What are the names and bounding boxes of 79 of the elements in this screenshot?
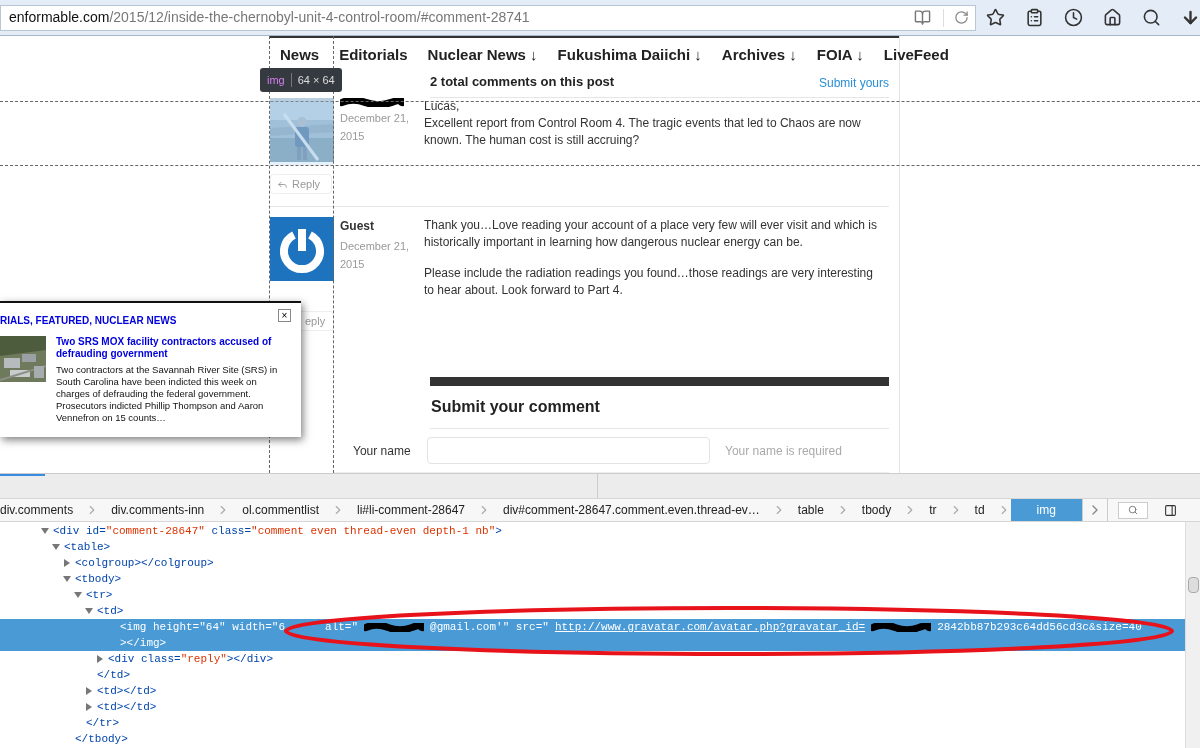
code-line: </tr>: [86, 715, 119, 731]
code-text: 2842bb87b293c64dd56cd3c&size=40: [937, 619, 1142, 635]
code-line[interactable]: <div class="reply"></div>: [108, 650, 274, 668]
search-icon[interactable]: [1142, 8, 1161, 27]
breadcrumb-item[interactable]: div#comment-28647.comment.even.thread-ev…: [491, 499, 772, 521]
url-field[interactable]: enformable.com/2015/12/inside-the-chernobyl-unit-4-control-room/#comment-28741: [0, 4, 976, 31]
nav-link[interactable]: FOIA ↓: [816, 43, 864, 67]
sidebar-toggle-icon[interactable]: [1163, 503, 1177, 517]
comments-heading: 2 total comments on this post: [430, 73, 615, 92]
reader-view-icon[interactable]: [914, 9, 931, 26]
nav-link[interactable]: Editorials: [339, 43, 408, 67]
close-button[interactable]: ×: [278, 309, 291, 322]
history-clock-icon[interactable]: [1064, 8, 1083, 27]
expanded-triangle-icon[interactable]: [84, 606, 94, 616]
expanded-triangle-icon[interactable]: [73, 590, 83, 600]
comment-date: December 21, 2015: [340, 239, 411, 273]
article-title-link[interactable]: Two SRS MOX facility contractors accused of defrauding government: [56, 336, 288, 360]
download-icon[interactable]: [1181, 8, 1200, 27]
breadcrumb-item[interactable]: tr: [917, 499, 949, 521]
bookmark-star-icon[interactable]: [986, 8, 1005, 27]
code-line[interactable]: <tr>: [86, 586, 113, 604]
url-text: enformable.com/2015/12/inside-the-chernobyl-unit-4-control-room/#comment-28741: [9, 8, 531, 27]
nav-link[interactable]: LiveFeed: [883, 43, 949, 67]
scroll-right-button[interactable]: [1081, 499, 1108, 521]
code-line[interactable]: <td></td>: [97, 682, 157, 700]
code-line[interactable]: <colgroup></colgroup>: [75, 554, 214, 572]
field-label: Your name: [352, 442, 412, 460]
reload-icon[interactable]: [954, 10, 969, 25]
article-excerpt: Two contractors at the Savannah River Site (SRS) in South Carolina have been indicted this week on charges of defrauding the federal government. Prosecutors indicted Phillip Thompson and Aaron Vennefron on 15 counts…: [56, 364, 279, 424]
nav-link[interactable]: Nuclear News ↓: [427, 43, 538, 67]
breadcrumb-item[interactable]: tbody: [849, 499, 904, 521]
search-icon: [1127, 505, 1138, 515]
code-line[interactable]: <td></td>: [97, 698, 157, 716]
scrollbar[interactable]: [1185, 522, 1200, 748]
breadcrumb-item[interactable]: div.comments: [0, 499, 86, 521]
category-links[interactable]: RIALS, FEATURED, NUCLEAR NEWS: [0, 313, 177, 328]
redaction-mark: [364, 622, 425, 632]
comment-text: Please include the radiation readings you found…those readings are very interesting to hear about. Look forward to Part 4.: [424, 265, 874, 300]
collapsed-triangle-icon[interactable]: [62, 558, 72, 568]
home-icon[interactable]: [1103, 8, 1122, 27]
code-line: </td>: [97, 667, 130, 683]
breadcrumb-item[interactable]: ol.commentlist: [230, 499, 331, 521]
code-text: <img height="64" width="6: [120, 619, 286, 635]
redaction-mark: [871, 622, 932, 632]
breadcrumb-item[interactable]: div.comments-inn: [99, 499, 217, 521]
breadcrumb-search-field[interactable]: [1117, 501, 1148, 519]
clipboard-list-icon[interactable]: [1025, 8, 1044, 27]
code-text: @gmail.com'" src=": [430, 619, 549, 635]
breadcrumb-item[interactable]: td: [962, 499, 997, 521]
tooltip-size: 64 × 64: [297, 72, 335, 88]
code-line[interactable]: <td>: [97, 602, 124, 620]
expanded-triangle-icon[interactable]: [51, 542, 61, 552]
code-line[interactable]: <tbody>: [75, 570, 122, 588]
field-hint: Your name is required: [724, 442, 842, 460]
tooltip-tag: img: [267, 71, 285, 89]
expanded-triangle-icon[interactable]: [40, 526, 50, 536]
code-line: </tbody>: [75, 731, 128, 747]
code-text: alt=": [325, 619, 359, 635]
nav-link[interactable]: News: [280, 43, 320, 67]
breadcrumb-item[interactable]: table: [785, 499, 836, 521]
code-line[interactable]: <div id="comment-28647" class="comment even thread-even depth-1 nb">: [53, 522, 502, 540]
comment-author: Guest: [340, 218, 375, 236]
breadcrumb-item[interactable]: li#li-comment-28647: [344, 499, 477, 521]
comment-text: Lucas, Excellent report from Control Room 4. The tragic events that led to Chaos are now known. The human cost is still accruing?: [424, 98, 862, 150]
avatar-logo: [270, 217, 334, 282]
name-input-field[interactable]: [427, 437, 710, 465]
submit-yours-link[interactable]: Submit yours: [818, 73, 889, 92]
form-heading: Submit your comment: [430, 398, 600, 416]
comment-date: December 21, 2015: [340, 111, 411, 145]
collapsed-triangle-icon[interactable]: [84, 702, 94, 712]
collapsed-triangle-icon[interactable]: [95, 654, 105, 664]
collapsed-triangle-icon[interactable]: [84, 686, 94, 696]
code-text: ></img>: [120, 637, 167, 649]
nav-link[interactable]: Archives ↓: [721, 43, 797, 67]
comment-text: Thank you…Love reading your account of a place very few will ever visit and which is historically important in learning how dangerous nuclear energy can be.: [424, 217, 878, 252]
expanded-triangle-icon[interactable]: [62, 574, 72, 584]
nav-link[interactable]: Fukushima Daiichi ↓: [557, 43, 702, 67]
scrollbar-thumb[interactable]: [1187, 577, 1199, 593]
code-line[interactable]: <table>: [64, 538, 111, 556]
